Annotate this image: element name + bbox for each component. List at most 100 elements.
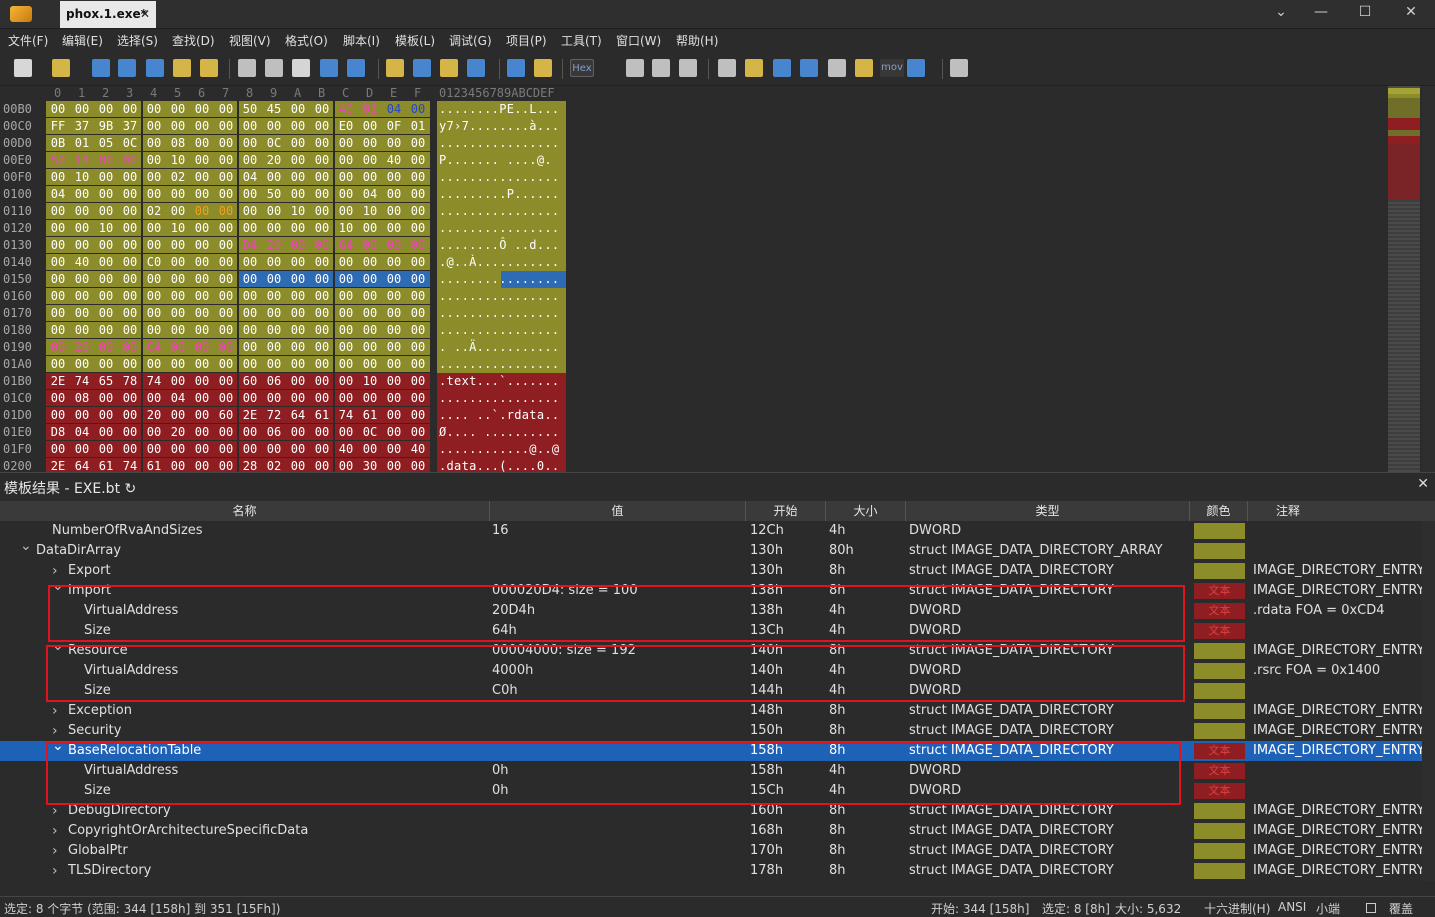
hex-byte[interactable]: 00 xyxy=(118,203,142,219)
hex-byte[interactable]: 00 xyxy=(214,203,238,219)
hex-bytes[interactable]: 00 00 00 00 00 00 00 00 50 45 00 00 4C 01 04 00 xyxy=(46,101,430,118)
hex-bytes[interactable]: 0B 01 05 0C 00 08 00 00 00 0C 00 00 00 00 00 00 xyxy=(46,135,430,152)
hex-bytes[interactable]: 00 10 00 00 00 02 00 00 04 00 00 00 00 00 00 00 xyxy=(46,169,430,186)
hex-byte[interactable]: 00 xyxy=(262,220,286,236)
columns-icon[interactable] xyxy=(652,59,670,77)
hex-byte[interactable]: 00 xyxy=(334,322,358,338)
hex-byte[interactable]: 00 xyxy=(214,271,238,287)
hex-byte[interactable]: 00 xyxy=(118,169,142,185)
chevron-right-icon[interactable]: › xyxy=(52,821,64,841)
hex-byte[interactable]: 06 xyxy=(262,424,286,440)
status-lock-icon[interactable] xyxy=(1366,903,1376,913)
hex-row[interactable]: 0180 00 00 00 00 00 00 00 00 00 00 00 00 00 00 00 00....… xyxy=(0,322,570,339)
hex-byte[interactable]: 0C xyxy=(358,424,382,440)
hex-byte[interactable]: 00 xyxy=(262,203,286,219)
hex-byte[interactable]: 64 xyxy=(334,237,358,253)
hex-byte[interactable]: 00 xyxy=(382,424,406,440)
hex-byte[interactable]: 00 xyxy=(238,203,262,219)
hex-icon[interactable]: Hex xyxy=(570,59,594,77)
hex-bytes[interactable]: 00 40 00 00 C0 00 00 00 00 00 00 00 00 00 00 00 xyxy=(46,254,430,271)
hex-byte[interactable]: 00 xyxy=(382,373,406,389)
close-window-icon[interactable]: ✕ xyxy=(1391,0,1431,28)
hex-row[interactable]: 01B0 2E 74 65 78 74 00 00 00 60 06 00 00 00 10 00 00 .tex… xyxy=(0,373,570,390)
hex-byte[interactable]: 00 xyxy=(166,288,190,304)
hex-byte[interactable]: 00 xyxy=(142,152,166,168)
hex-byte[interactable]: 64 xyxy=(286,407,310,423)
hex-ascii[interactable]: .........P...... xyxy=(437,186,566,203)
hex-bytes[interactable]: 00 08 00 00 00 04 00 00 00 00 00 00 00 00 00 00 xyxy=(46,390,430,407)
hex-byte[interactable]: 00 xyxy=(310,458,334,472)
hex-byte[interactable]: 00 xyxy=(214,118,238,134)
hex-byte[interactable]: 04 xyxy=(70,424,94,440)
hex-byte[interactable]: 00 xyxy=(70,441,94,457)
hex-byte[interactable]: 00 xyxy=(310,101,334,117)
menu-item[interactable]: 工具(T) xyxy=(561,32,602,49)
chevron-right-icon[interactable]: › xyxy=(52,701,64,721)
hex-byte[interactable]: 00 xyxy=(46,305,70,321)
menu-item[interactable]: 项目(P) xyxy=(506,32,547,49)
chevron-right-icon[interactable]: › xyxy=(52,841,64,861)
hex-byte[interactable]: 00 xyxy=(190,118,214,134)
hex-byte[interactable]: 00 xyxy=(70,288,94,304)
hex-byte[interactable]: 00 xyxy=(142,424,166,440)
hex-byte[interactable]: 00 xyxy=(334,288,358,304)
hex-byte[interactable]: 50 xyxy=(262,186,286,202)
hex-bytes[interactable]: D8 04 00 00 00 20 00 00 00 06 00 00 00 0C 00 00 xyxy=(46,424,430,441)
hex-bytes[interactable]: 00 00 00 00 00 00 00 00 00 00 00 00 00 00 00 00 xyxy=(46,356,430,373)
hex-byte[interactable]: 00 xyxy=(286,237,310,253)
hex-byte[interactable]: 00 xyxy=(310,390,334,406)
column-header-comment[interactable]: 注释 xyxy=(1248,501,1328,521)
hex-ascii[interactable]: ............@..@ xyxy=(437,441,566,458)
hex-byte[interactable]: 00 xyxy=(382,458,406,472)
hex-byte[interactable]: 00 xyxy=(382,254,406,270)
hex-ascii[interactable]: y7›7........à... xyxy=(437,118,566,135)
hex-byte[interactable]: 00 xyxy=(70,203,94,219)
hex-byte[interactable]: 00 xyxy=(334,135,358,151)
hex-byte[interactable]: 00 xyxy=(406,424,430,440)
hex-byte[interactable]: 20 xyxy=(166,424,190,440)
hex-byte[interactable]: 00 xyxy=(94,305,118,321)
status-mode[interactable]: 十六进制(H) xyxy=(1204,900,1270,917)
hex-byte[interactable]: 00 xyxy=(238,152,262,168)
menu-item[interactable]: 编辑(E) xyxy=(62,32,103,49)
hex-byte[interactable]: FF xyxy=(46,118,70,134)
compare-icon[interactable] xyxy=(773,59,791,77)
mov-icon[interactable]: mov xyxy=(880,59,904,77)
hex-row[interactable]: 00C0 FF 37 9B 37 00 00 00 00 00 00 00 00 E0 00 0F 01 y7›7… xyxy=(0,118,570,135)
redo-icon[interactable] xyxy=(347,59,365,77)
hex-byte[interactable]: 00 xyxy=(238,339,262,355)
hex-byte[interactable]: C0 xyxy=(142,254,166,270)
hex-byte[interactable]: 00 xyxy=(286,220,310,236)
hex-byte[interactable]: 28 xyxy=(238,458,262,472)
hex-byte[interactable]: 00 xyxy=(142,390,166,406)
save-all-icon[interactable] xyxy=(146,59,164,77)
tab-list-icon[interactable]: ⌄ xyxy=(1261,0,1301,28)
find-icon[interactable] xyxy=(386,59,404,77)
column-header-type[interactable]: 类型 xyxy=(906,501,1190,521)
close-panel-icon[interactable]: ✕ xyxy=(1417,476,1429,492)
hex-byte[interactable]: 00 xyxy=(286,305,310,321)
hex-byte[interactable]: 02 xyxy=(166,169,190,185)
hex-byte[interactable]: 00 xyxy=(70,305,94,321)
hex-byte[interactable]: 00 xyxy=(118,254,142,270)
hex-byte[interactable]: 00 xyxy=(46,254,70,270)
hex-ascii[interactable]: ................ xyxy=(437,356,566,373)
hex-byte[interactable]: 00 xyxy=(190,373,214,389)
import-icon[interactable] xyxy=(534,59,552,77)
hex-byte[interactable]: 00 xyxy=(190,169,214,185)
hex-byte[interactable]: 00 xyxy=(238,441,262,457)
hex-byte[interactable]: 00 xyxy=(286,118,310,134)
status-encoding[interactable]: ANSI xyxy=(1278,900,1306,914)
hex-byte[interactable]: 00 xyxy=(286,186,310,202)
menu-item[interactable]: 视图(V) xyxy=(229,32,271,49)
hex-byte[interactable]: 00 xyxy=(142,220,166,236)
hex-byte[interactable]: 72 xyxy=(262,407,286,423)
hex-byte[interactable]: 00 xyxy=(46,322,70,338)
hex-bytes[interactable]: FF 37 9B 37 00 00 00 00 00 00 00 00 E0 00 0F 01 xyxy=(46,118,430,135)
hex-byte[interactable]: 00 xyxy=(406,288,430,304)
hex-byte[interactable]: 00 xyxy=(406,169,430,185)
save-icon[interactable] xyxy=(92,59,110,77)
hex-byte[interactable]: 00 xyxy=(190,322,214,338)
hex-byte[interactable]: 00 xyxy=(406,152,430,168)
hex-byte[interactable]: 00 xyxy=(118,322,142,338)
